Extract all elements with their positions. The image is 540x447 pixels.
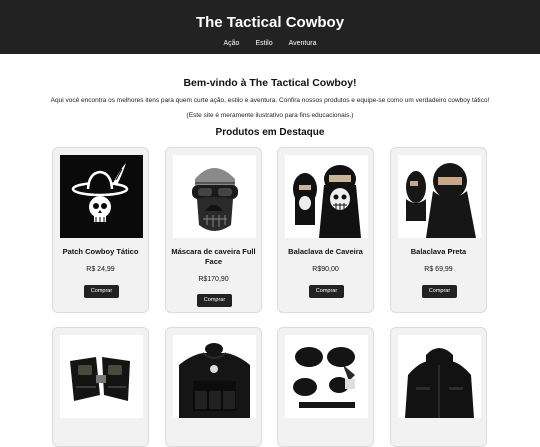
nav-link-estilo[interactable]: Estilo <box>255 40 272 47</box>
product-card <box>390 327 487 447</box>
site-title: The Tactical Cowboy <box>195 14 345 31</box>
welcome-title: Bem-vindo à The Tactical Cowboy! <box>183 77 357 89</box>
featured-products-title: Produtos em Destaque <box>215 127 325 138</box>
tactical-jacket-icon <box>398 335 481 418</box>
nav-link-aventura[interactable]: Aventura <box>289 40 317 47</box>
buy-button[interactable]: Comprar <box>422 285 457 298</box>
product-card <box>277 327 374 447</box>
product-card: Patch Cowboy Tático R$ 24,99 Comprar <box>52 147 149 313</box>
product-card: Máscara de caveira Full Face R$170,90 Co… <box>165 147 262 313</box>
black-balaclava-icon <box>398 155 481 238</box>
cowboy-skull-patch-icon <box>60 155 143 238</box>
buy-button[interactable]: Comprar <box>84 285 119 298</box>
product-name: Máscara de caveira Full Face <box>171 247 256 266</box>
product-name: Balaclava de Caveira <box>288 247 363 256</box>
product-name: Balaclava Preta <box>410 247 467 256</box>
site-header: The Tactical Cowboy Ação Estilo Aventura <box>0 0 540 54</box>
tactical-vest-icon <box>173 335 256 418</box>
product-card <box>52 327 149 447</box>
nav-link-acao[interactable]: Ação <box>224 40 240 47</box>
product-card <box>165 327 262 447</box>
skull-mask-icon <box>173 155 256 238</box>
intro-text: Aqui você encontra os melhores itens par… <box>50 97 490 104</box>
skull-balaclava-icon <box>285 155 368 238</box>
product-card: Balaclava de Caveira R$90,00 Comprar <box>277 147 374 313</box>
product-price: R$ 24,99 <box>86 266 115 273</box>
tactical-gloves-icon <box>60 335 143 418</box>
product-name: Patch Cowboy Tático <box>62 247 139 256</box>
knee-pads-icon <box>285 335 368 418</box>
product-price: R$90,00 <box>312 266 339 273</box>
buy-button[interactable]: Comprar <box>197 294 232 307</box>
disclaimer-text: (Este site é meramente ilustrativo para … <box>186 112 354 119</box>
product-price: R$170,90 <box>198 276 229 283</box>
main-nav: Ação Estilo Aventura <box>0 40 540 47</box>
product-card: Balaclava Preta R$ 69,99 Comprar <box>390 147 487 313</box>
product-price: R$ 69,99 <box>424 266 453 273</box>
buy-button[interactable]: Comprar <box>309 285 344 298</box>
